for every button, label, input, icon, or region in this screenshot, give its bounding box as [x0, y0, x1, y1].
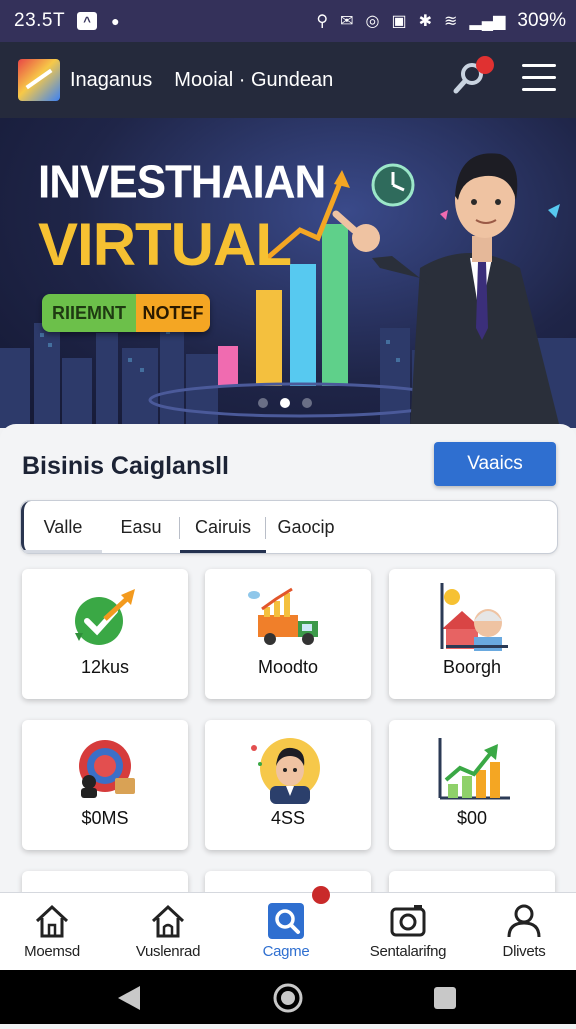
tile-label: 12kus	[80, 657, 130, 677]
nav-label: Dlivets	[502, 943, 546, 960]
carousel-dots[interactable]	[258, 398, 312, 408]
nav-item-home[interactable]: Moemsd	[14, 893, 90, 971]
alarm-icon: ◎	[365, 13, 380, 30]
status-time: 23.5T	[14, 10, 66, 31]
nav-item-second[interactable]: Vuslenrad	[124, 893, 212, 971]
carousel-dot[interactable]	[302, 398, 312, 408]
battery-text: 309%	[517, 10, 566, 31]
status-bar: 23.5T ^ ● ⚲ ✉ ◎ ▣ ✱ ≋ ▂▄▆ 309%	[0, 0, 576, 42]
wifi-icon: ≋	[444, 13, 458, 30]
status-icons: ⚲ ✉ ◎ ▣ ✱ ≋ ▂▄▆ 309%	[316, 10, 566, 32]
tab-valle[interactable]: Valle	[21, 501, 102, 553]
app-brand: Inaganus	[70, 68, 153, 91]
nav-label: Cagme	[262, 943, 310, 960]
tile-item[interactable]: Boorgh	[389, 569, 555, 699]
tab-label: Gaocip	[277, 516, 335, 537]
search-icon	[268, 903, 304, 939]
system-nav-icons	[118, 983, 456, 1013]
category-tabs: Valle Easu Cairuis Gaocip	[20, 500, 558, 554]
recents-icon[interactable]	[434, 987, 456, 1009]
pill-left-label: RIIEMNT	[42, 294, 137, 332]
pill-right-label: NOTEF	[136, 294, 210, 332]
home-outline-icon	[151, 904, 185, 938]
notification-icon: ^	[77, 12, 98, 30]
banner-headline-2: VIRTUAL	[38, 211, 292, 278]
search-badge	[476, 56, 494, 74]
truck-chart-icon	[248, 587, 318, 645]
home-icon	[35, 904, 69, 938]
hamburger-menu-icon[interactable]	[522, 64, 556, 94]
banner-cta-pill[interactable]: RIIEMNT NOTEF	[42, 294, 210, 332]
sim-icon: ▣	[391, 13, 407, 30]
banner-headline-1: INVESTHAIAN	[38, 156, 326, 209]
content-card: Bisinis Caiglansll Vaaics Valle Easu Cai…	[0, 424, 576, 911]
person-avatar-icon	[251, 738, 320, 804]
target-person-icon	[79, 740, 135, 798]
tile-item[interactable]: 4SS	[205, 720, 371, 850]
back-icon[interactable]	[118, 986, 140, 1010]
home-button-inner	[281, 991, 295, 1005]
tab-label: Easu	[120, 516, 162, 537]
nav-item-profile[interactable]: Dlivets	[494, 893, 554, 971]
tile-label: Boorgh	[442, 657, 502, 677]
tile-item[interactable]: $00	[389, 720, 555, 850]
tab-easu[interactable]: Easu	[102, 501, 180, 553]
nav-label: Sentalarifng	[369, 943, 447, 960]
message-icon: ✉	[340, 13, 354, 30]
dot-icon: ●	[111, 13, 120, 29]
system-navigation-bar	[0, 970, 576, 1024]
nav-item-camera[interactable]: Sentalarifng	[358, 893, 458, 971]
app-logo[interactable]	[18, 59, 60, 101]
nav-label: Moemsd	[24, 943, 80, 960]
tile-label: 4SS	[270, 808, 306, 828]
bluetooth-icon: ✱	[418, 13, 433, 30]
tile-item[interactable]: 12kus	[22, 569, 188, 699]
user-icon	[507, 904, 541, 938]
tile-item[interactable]: Moodto	[205, 569, 371, 699]
tile-item[interactable]: $0MS	[22, 720, 188, 850]
check-growth-icon	[75, 589, 135, 645]
section-title: Bisinis Caiglansll	[22, 452, 230, 480]
camera-icon	[390, 905, 426, 937]
tile-label: $0MS	[81, 808, 129, 828]
bottom-navigation: Moemsd Vuslenrad Cagme Sentalarifng Dliv…	[0, 892, 576, 971]
location-icon: ⚲	[316, 13, 329, 30]
signal-icon: ▂▄▆	[469, 13, 506, 30]
nav-badge	[312, 886, 330, 904]
carousel-dot[interactable]	[258, 398, 268, 408]
worker-house-icon	[440, 583, 508, 651]
app-subtitle: Mooial · Gundean	[174, 68, 334, 91]
section-action-button[interactable]: Vaaics	[434, 442, 556, 486]
tab-cairuis[interactable]: Cairuis	[180, 501, 266, 553]
bar-chart-icon	[438, 738, 510, 800]
tile-label: Moodto	[257, 657, 319, 677]
tab-gaocip[interactable]: Gaocip	[266, 501, 346, 553]
nav-item-search[interactable]: Cagme	[250, 893, 322, 971]
tab-label: Valle	[43, 516, 83, 537]
promo-banner[interactable]: INVESTHAIAN VIRTUAL RIIEMNT NOTEF	[0, 118, 576, 428]
carousel-dot-active[interactable]	[280, 398, 290, 408]
nav-label: Vuslenrad	[135, 943, 201, 960]
tab-label: Cairuis	[194, 516, 251, 537]
app-bar: Inaganus Mooial · Gundean	[0, 42, 576, 118]
tile-label: $00	[456, 808, 488, 828]
